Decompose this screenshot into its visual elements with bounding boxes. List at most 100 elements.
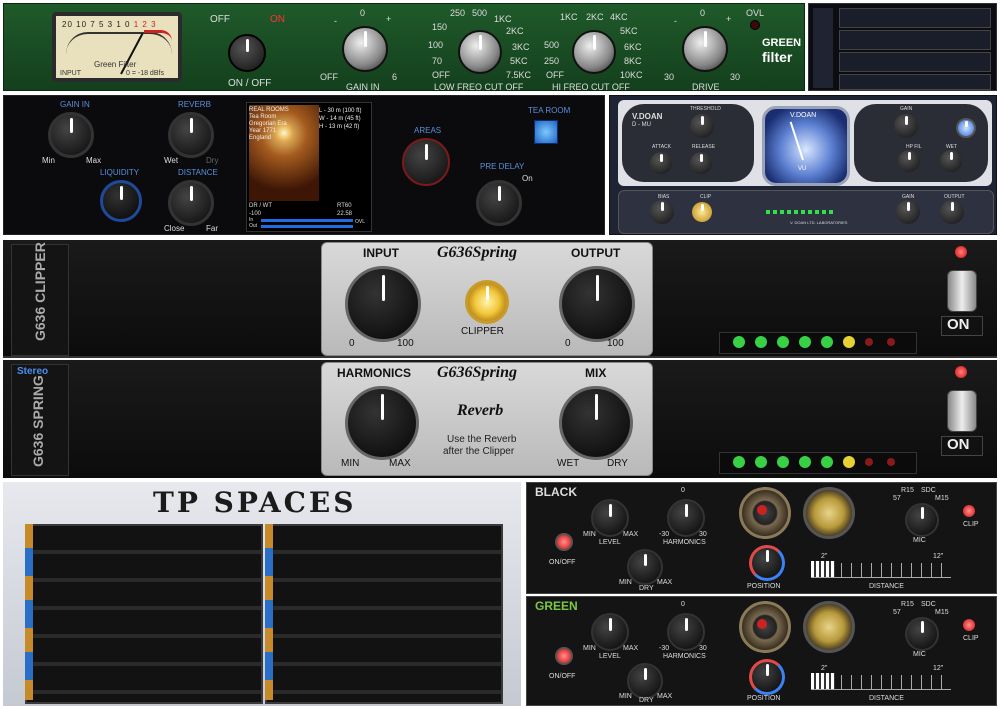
amp-green-mic-sdc: SDC [921, 601, 936, 608]
drive-knob[interactable] [682, 26, 728, 72]
clipper-toggle-switch[interactable] [947, 270, 977, 312]
spring-led-2 [755, 456, 767, 468]
clipper-button[interactable] [465, 280, 509, 324]
hi-mark-8kc: 8KC [624, 56, 642, 66]
amp-black-distance-label: DISTANCE [869, 583, 904, 590]
room-width: W - 14 m (45 ft) [319, 116, 361, 122]
amp-black-mic-label: MIC [913, 537, 926, 544]
clipper-led-1 [733, 336, 745, 348]
low-freq-cut-knob[interactable] [458, 30, 502, 74]
amp-black-mic-selector[interactable] [905, 503, 939, 537]
ovl-label: OVL [746, 8, 765, 18]
reverb-knob[interactable] [168, 112, 214, 158]
attack-label: ATTACK [652, 144, 671, 150]
clipper-led-5 [821, 336, 833, 348]
release-knob[interactable] [690, 152, 712, 174]
output-label: OUTPUT [571, 246, 621, 260]
tea-room-button[interactable] [534, 120, 558, 144]
mix-knob[interactable] [559, 386, 633, 460]
hi-freq-cut-knob[interactable] [572, 30, 616, 74]
clipper-label: CLIPPER [461, 326, 504, 337]
tp-rack-right-accent [265, 524, 273, 700]
vdoan-brand-sub: D - MU [632, 122, 651, 128]
amp-green-level-min: MIN [583, 645, 596, 652]
amp-green-name: GREEN [535, 599, 578, 613]
hp-filter-knob[interactable] [898, 150, 920, 172]
gain-min-mark: OFF [320, 72, 338, 82]
dr-wt-label: DR / WT [249, 203, 272, 209]
attack-knob[interactable] [650, 152, 672, 174]
input-knob[interactable] [345, 266, 421, 342]
rack-thumbnail [808, 3, 997, 91]
clipper-power-led [955, 246, 967, 258]
amp-black-h-min: -30 [659, 531, 670, 538]
gain-min-mark: Min [42, 156, 55, 165]
gain-in-knob[interactable] [342, 26, 388, 72]
amp-black-power-button[interactable] [555, 533, 573, 551]
bias-knob[interactable] [650, 200, 674, 224]
vdoan-meter-unit: VU [798, 166, 807, 172]
output-knob[interactable] [940, 200, 964, 224]
amp-green-panel: GREEN ON/OFF MIN MAX LEVEL 0 -30 30 HARM… [526, 596, 997, 706]
release-label: RELEASE [692, 144, 716, 150]
clipper-led-2 [755, 336, 767, 348]
power-led-button[interactable] [956, 118, 976, 138]
vu-scale-0: 0 [125, 20, 131, 29]
dry-mark: Dry [206, 156, 219, 165]
vu-scale-20: 20 [62, 20, 73, 29]
clipper-led-3 [777, 336, 789, 348]
amp-green-h-max: 30 [699, 645, 707, 652]
out-meter [261, 225, 353, 228]
harmonics-min: MIN [341, 458, 360, 469]
clipper-led-7 [865, 338, 873, 346]
amp-green-distance-thumb[interactable] [811, 673, 835, 689]
vdoan-brand: V.DOAN [632, 112, 663, 121]
reverb-title: Reverb [457, 402, 504, 419]
amp-green-dry-max: MAX [657, 693, 673, 700]
room-era: Gregorian Era [249, 121, 287, 127]
amp-green-power-button[interactable] [555, 647, 573, 665]
power-switch[interactable] [228, 34, 266, 72]
g636-spring-panel: Stereo G636 SPRING HARMONICS MIN MAX G63… [3, 360, 997, 478]
low-mark-3kc: 3KC [512, 42, 530, 52]
areas-knob[interactable] [402, 138, 450, 186]
amp-black-dist-min: 2" [821, 553, 828, 560]
threshold-label: THRESHOLD [690, 106, 721, 112]
reverb-label: REVERB [178, 100, 211, 109]
amp-black-distance-thumb[interactable] [811, 561, 835, 577]
spring-toggle-switch[interactable] [947, 390, 977, 432]
amp-black-h-max: 30 [699, 531, 707, 538]
tp-rack-left [25, 524, 263, 704]
wet-knob[interactable] [940, 150, 962, 172]
vu-meter: 20 10 7 5 3 1 0 1 2 3 Green Filter INPUT… [52, 12, 182, 82]
amp-green-speaker-2 [803, 601, 855, 653]
amp-green-onoff: ON/OFF [549, 673, 576, 680]
room-country: England [249, 135, 272, 141]
gain-plus-mark: + [386, 14, 392, 24]
harmonics-knob[interactable] [345, 386, 419, 460]
harmonics-label: HARMONICS [337, 366, 411, 380]
amp-black-dist-max: 12" [933, 553, 944, 560]
gain-in-knob[interactable] [48, 112, 94, 158]
distance-knob[interactable] [168, 180, 214, 226]
amp-black-position-knob[interactable] [749, 545, 785, 581]
clipper-side-label: G636 CLIPPER [32, 242, 48, 341]
liquidity-knob[interactable] [100, 180, 142, 222]
clip-button[interactable] [692, 202, 712, 222]
amp-green-position-knob[interactable] [749, 659, 785, 695]
thumb-unit-1 [839, 8, 991, 28]
clipper-led-8 [887, 338, 895, 346]
amp-green-mic-selector[interactable] [905, 617, 939, 651]
pre-delay-knob[interactable] [476, 180, 522, 226]
low-mark-150: 150 [432, 22, 448, 32]
power-off-label: OFF [210, 14, 230, 25]
input-min-mark: 0 [349, 338, 355, 349]
input-max-mark: 100 [397, 338, 414, 349]
low-mark-off: OFF [432, 70, 450, 80]
gain2-knob[interactable] [896, 200, 920, 224]
amp-black-dry-max: MAX [657, 579, 673, 586]
output-knob[interactable] [559, 266, 635, 342]
threshold-knob[interactable] [690, 114, 714, 138]
low-freq-label: LOW FREQ CUT OFF [434, 82, 524, 91]
gain-knob[interactable] [894, 114, 918, 138]
